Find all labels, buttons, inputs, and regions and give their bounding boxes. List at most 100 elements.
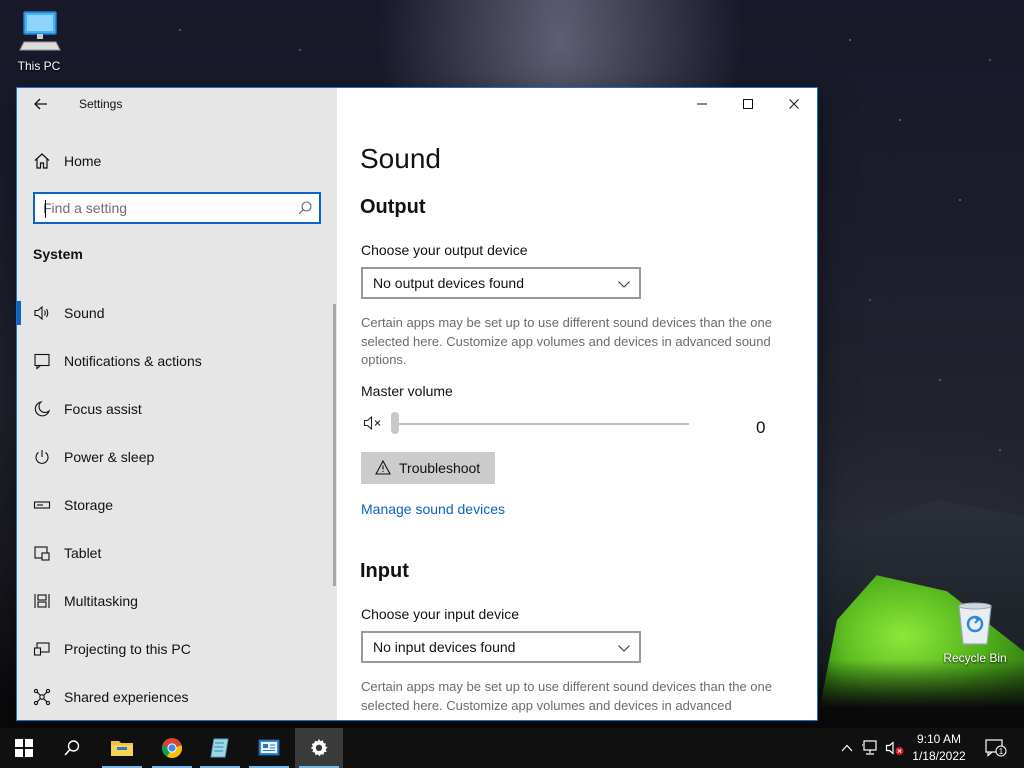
sidebar-item-multitasking[interactable]: Multitasking	[17, 577, 337, 625]
notification-count: 1	[999, 747, 1004, 756]
master-volume-row: 0	[361, 410, 781, 438]
chrome-icon	[161, 738, 183, 759]
volume-slider-thumb[interactable]	[391, 412, 399, 434]
minimize-icon	[697, 103, 707, 105]
output-device-dropdown[interactable]: No output devices found	[361, 267, 641, 299]
sidebar-scrollbar[interactable]	[333, 304, 336, 586]
desktop-icon-label: Recycle Bin	[943, 651, 1007, 665]
output-heading: Output	[360, 196, 426, 218]
master-volume-label: Master volume	[361, 383, 453, 399]
clock-date: 1/18/2022	[912, 749, 966, 763]
speaker-muted-icon[interactable]	[363, 414, 385, 432]
desktop-icon-label: This PC	[17, 59, 61, 73]
sidebar-item-label: Sound	[64, 305, 105, 321]
close-button[interactable]	[771, 88, 817, 120]
app-icon	[210, 738, 229, 758]
back-arrow-icon	[34, 98, 47, 110]
sidebar-item-notifications[interactable]: Notifications & actions	[17, 337, 337, 385]
control-panel-icon	[258, 739, 280, 756]
text-cursor	[45, 200, 46, 218]
taskbar: 9:10 AM 1/18/2022 1	[0, 728, 1024, 768]
settings-content: Sound Output Choose your output device N…	[337, 88, 817, 720]
show-hidden-icons-button[interactable]	[838, 728, 856, 768]
sidebar-item-projecting[interactable]: Projecting to this PC	[17, 625, 337, 673]
multitasking-icon	[34, 594, 50, 608]
output-device-label: Choose your output device	[361, 242, 528, 258]
tablet-icon	[34, 546, 50, 561]
input-device-dropdown[interactable]: No input devices found	[361, 631, 641, 663]
storage-icon	[33, 501, 51, 509]
search-icon	[64, 740, 80, 756]
file-explorer-icon	[111, 741, 133, 756]
power-icon	[35, 450, 49, 464]
input-device-label: Choose your input device	[361, 606, 519, 622]
sidebar-item-label: Power & sleep	[64, 449, 155, 465]
sidebar-item-sound[interactable]: Sound	[17, 289, 337, 337]
warning-icon	[375, 460, 391, 475]
start-button[interactable]	[0, 728, 48, 768]
troubleshoot-label: Troubleshoot	[399, 460, 481, 476]
moon-icon	[34, 401, 51, 417]
sidebar-item-label: Focus assist	[64, 401, 142, 417]
clock-time: 9:10 AM	[916, 732, 962, 746]
sidebar-item-label: Storage	[64, 497, 114, 513]
projecting-icon	[33, 642, 50, 656]
taskbar-app[interactable]	[196, 728, 244, 768]
sidebar-item-label: Multitasking	[64, 593, 138, 609]
search-box[interactable]	[33, 192, 321, 224]
sidebar-item-tablet[interactable]: Tablet	[17, 529, 337, 577]
computer-icon	[19, 11, 61, 51]
shared-experiences-icon	[33, 688, 51, 706]
sidebar-item-label: Notifications & actions	[64, 353, 202, 369]
dropdown-value: No output devices found	[373, 275, 524, 291]
chevron-up-icon	[841, 744, 853, 752]
maximize-button[interactable]	[725, 88, 771, 120]
chevron-down-icon	[618, 645, 630, 652]
sidebar-item-home[interactable]: Home	[17, 144, 337, 178]
taskbar-settings[interactable]	[295, 728, 343, 768]
desktop-icon-recycle-bin[interactable]: Recycle Bin	[940, 600, 1010, 665]
taskbar-file-explorer[interactable]	[98, 728, 146, 768]
sidebar-item-storage[interactable]: Storage	[17, 481, 337, 529]
taskbar-chrome[interactable]	[148, 728, 196, 768]
taskbar-clock[interactable]: 9:10 AM 1/18/2022	[905, 731, 973, 765]
home-icon	[34, 153, 50, 169]
action-center-button[interactable]: 1	[980, 728, 1012, 768]
window-title: Settings	[79, 97, 123, 111]
search-icon[interactable]	[297, 200, 313, 216]
troubleshoot-button[interactable]: Troubleshoot	[361, 452, 495, 484]
network-icon	[862, 740, 877, 755]
input-heading: Input	[360, 560, 409, 582]
close-icon	[789, 99, 799, 109]
volume-tray-icon[interactable]	[884, 728, 906, 768]
speaker-muted-icon	[885, 741, 904, 755]
maximize-icon	[743, 99, 753, 109]
notification-icon: 1	[985, 739, 1007, 757]
settings-sidebar: Settings Home System Sound	[17, 88, 337, 720]
title-bar[interactable]: Settings	[17, 88, 337, 120]
sidebar-item-label: Tablet	[64, 545, 102, 561]
sidebar-nav: Sound Notifications & actions Focus assi…	[17, 289, 337, 720]
input-help-text: Certain apps may be set up to use differ…	[361, 679, 772, 713]
settings-window: Settings Home System Sound	[17, 88, 817, 720]
network-tray-icon[interactable]	[860, 728, 882, 768]
page-title: Sound	[360, 143, 441, 174]
volume-slider-track[interactable]	[393, 423, 689, 425]
minimize-button[interactable]	[679, 88, 725, 120]
dropdown-value: No input devices found	[373, 639, 516, 655]
manage-sound-devices-link[interactable]: Manage sound devices	[361, 501, 505, 517]
start-icon	[15, 739, 33, 757]
volume-value: 0	[756, 418, 766, 437]
sidebar-item-shared-experiences[interactable]: Shared experiences	[17, 673, 337, 720]
sidebar-item-focus-assist[interactable]: Focus assist	[17, 385, 337, 433]
search-input[interactable]	[43, 199, 293, 217]
notification-icon	[34, 353, 50, 370]
back-button[interactable]	[27, 92, 55, 116]
taskbar-control-panel[interactable]	[245, 728, 293, 768]
sidebar-item-power-sleep[interactable]: Power & sleep	[17, 433, 337, 481]
sidebar-item-label: Home	[64, 153, 102, 169]
speaker-icon	[34, 305, 49, 321]
taskbar-search-button[interactable]	[48, 728, 96, 768]
desktop-icon-this-pc[interactable]: This PC	[4, 8, 74, 73]
sidebar-item-label: Shared experiences	[64, 689, 189, 705]
